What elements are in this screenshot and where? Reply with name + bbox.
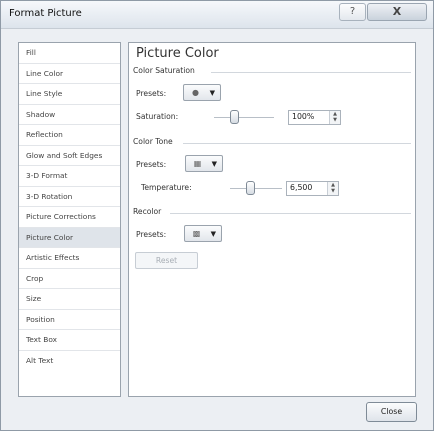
nav-item-label: Line Color xyxy=(26,68,64,78)
nav-item-shadow[interactable]: Shadow xyxy=(19,105,120,125)
recolor-presets-label: Presets: xyxy=(136,230,167,239)
saturation-presets-dropdown[interactable]: ● ▼ xyxy=(183,84,221,101)
nav-item-label: 3-D Rotation xyxy=(26,191,73,201)
nav-item-label: Picture Corrections xyxy=(26,212,96,221)
nav-item-picture-corrections[interactable]: Picture Corrections xyxy=(19,207,120,228)
close-icon: X xyxy=(392,5,402,18)
spinner-arrows-icon[interactable]: ▲ ▼ xyxy=(327,182,338,195)
title-bar: Format Picture ? X xyxy=(1,1,433,29)
nav-item-label: Shadow xyxy=(26,109,56,119)
nav-item-text-box[interactable]: Text Box xyxy=(19,330,120,351)
temperature-spinbox[interactable]: 6,500 ▲ ▼ xyxy=(286,181,339,196)
nav-item-3d-rotation[interactable]: 3-D Rotation xyxy=(19,187,120,207)
nav-item-alt-text[interactable]: Alt Text xyxy=(19,351,120,372)
settings-panel: Picture Color Color Saturation Presets: … xyxy=(128,42,416,397)
saturation-value: 100% xyxy=(292,112,315,121)
category-list: Fill Line Color Line Style Shadow Reflec… xyxy=(18,42,121,397)
nav-item-picture-color[interactable]: Picture Color xyxy=(19,227,120,248)
nav-item-reflection[interactable]: Reflection xyxy=(19,125,120,146)
nav-item-3d-format[interactable]: 3-D Format xyxy=(19,166,120,187)
nav-item-label: Picture Color xyxy=(26,232,74,242)
section-color-saturation: Color Saturation xyxy=(133,66,195,75)
recolor-preset-icon: ▩ xyxy=(192,229,201,238)
section-recolor: Recolor xyxy=(133,207,162,216)
chevron-down-icon: ▼ xyxy=(210,230,216,238)
help-button[interactable]: ? xyxy=(339,3,366,21)
panel-title: Picture Color xyxy=(136,46,219,61)
nav-item-size[interactable]: Size xyxy=(19,289,120,310)
help-icon: ? xyxy=(349,6,356,17)
nav-item-position[interactable]: Position xyxy=(19,310,120,330)
saturation-label: Saturation: xyxy=(136,112,179,121)
nav-item-label: Fill xyxy=(26,48,36,57)
nav-item-glow-soft-edges[interactable]: Glow and Soft Edges xyxy=(19,146,120,166)
reset-button[interactable]: Reset xyxy=(135,252,198,269)
nav-item-label: 3-D Format xyxy=(26,171,68,180)
chevron-down-icon: ▼ xyxy=(209,89,215,97)
window-close-button[interactable]: X xyxy=(367,3,427,21)
nav-item-crop[interactable]: Crop xyxy=(19,269,120,289)
temperature-slider-thumb[interactable] xyxy=(246,181,255,195)
tone-presets-label: Presets: xyxy=(136,160,167,169)
recolor-presets-dropdown[interactable]: ▩ ▼ xyxy=(184,225,222,242)
temperature-label: Temperature: xyxy=(141,183,192,192)
nav-item-label: Text Box xyxy=(26,335,58,344)
nav-item-label: Artistic Effects xyxy=(26,253,80,262)
section-divider xyxy=(170,213,411,214)
nav-item-label: Reflection xyxy=(26,130,63,139)
nav-item-label: Crop xyxy=(26,273,44,283)
section-color-tone: Color Tone xyxy=(133,137,173,146)
dialog-title: Format Picture xyxy=(9,8,82,19)
nav-item-label: Alt Text xyxy=(26,355,54,365)
nav-item-label: Glow and Soft Edges xyxy=(26,150,103,160)
saturation-presets-label: Presets: xyxy=(136,89,167,98)
nav-item-line-style[interactable]: Line Style xyxy=(19,84,120,105)
nav-item-line-color[interactable]: Line Color xyxy=(19,64,120,84)
nav-item-label: Position xyxy=(26,314,55,324)
nav-item-artistic-effects[interactable]: Artistic Effects xyxy=(19,248,120,269)
temperature-value: 6,500 xyxy=(290,183,313,192)
close-button[interactable]: Close xyxy=(366,402,417,422)
saturation-slider-track[interactable] xyxy=(214,117,274,118)
nav-item-label: Line Style xyxy=(26,89,63,98)
section-divider xyxy=(211,72,411,73)
spinner-arrows-icon[interactable]: ▲ ▼ xyxy=(329,111,340,124)
format-picture-dialog: Format Picture ? X Fill Line Color Line … xyxy=(0,0,434,431)
tone-presets-dropdown[interactable]: ▦ ▼ xyxy=(185,155,223,172)
section-divider xyxy=(183,143,411,144)
chevron-down-icon: ▼ xyxy=(211,160,217,168)
saturation-spinbox[interactable]: 100% ▲ ▼ xyxy=(288,110,341,125)
nav-item-fill[interactable]: Fill xyxy=(19,43,120,64)
nav-item-label: Size xyxy=(26,294,42,303)
color-tone-preset-icon: ▦ xyxy=(193,159,202,168)
temperature-slider-track[interactable] xyxy=(230,188,282,189)
saturation-slider-thumb[interactable] xyxy=(230,110,239,124)
saturation-preset-icon: ● xyxy=(192,88,199,97)
